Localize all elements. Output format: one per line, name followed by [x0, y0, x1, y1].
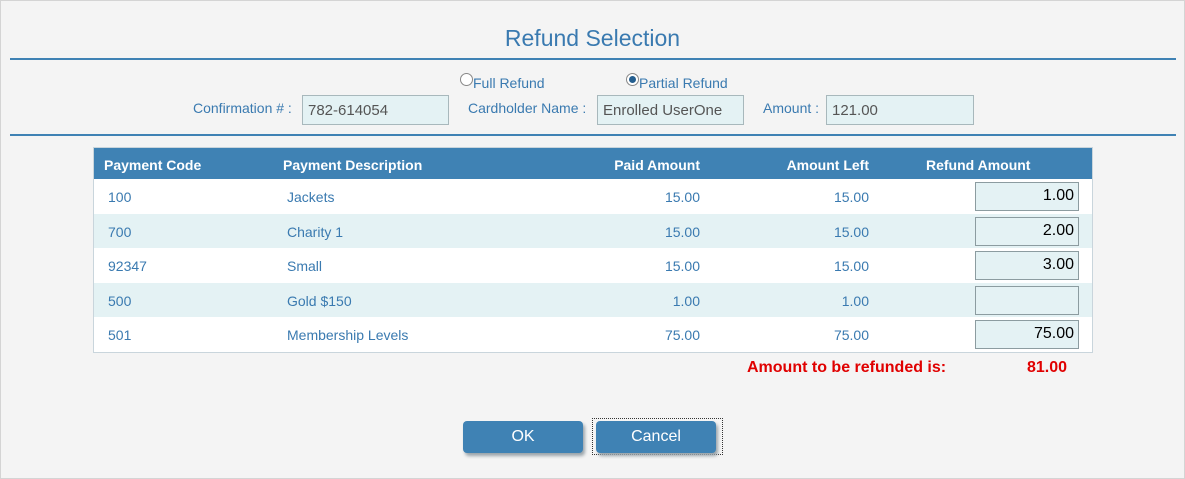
refund-amount-input[interactable]	[975, 286, 1079, 315]
refund-amount-input[interactable]: 3.00	[975, 251, 1079, 280]
row-payment-code: 92347	[108, 258, 147, 274]
dialog-title: Refund Selection	[504, 25, 681, 51]
amount-label: Amount :	[763, 100, 820, 116]
row-amount-left: 15.00	[833, 189, 869, 205]
refund-amount-input[interactable]: 2.00	[975, 217, 1079, 246]
table-row: 700 Charity 1 15.00 15.00 2.00	[94, 214, 1092, 248]
partial-refund-radio-icon[interactable]	[626, 73, 639, 86]
row-paid-amount: 75.00	[664, 327, 700, 343]
ok-button[interactable]: OK	[463, 421, 583, 453]
cardholder-field[interactable]: Enrolled UserOne	[597, 95, 744, 125]
payments-table: Payment Code Payment Description Paid Am…	[93, 147, 1093, 353]
cardholder-label: Cardholder Name :	[468, 100, 587, 116]
row-paid-amount: 15.00	[664, 224, 700, 240]
table-row: 501 Membership Levels 75.00 75.00 75.00	[94, 317, 1092, 351]
header-refund-amount: Refund Amount	[926, 157, 1031, 173]
table-row: 92347 Small 15.00 15.00 3.00	[94, 248, 1092, 282]
row-payment-code: 501	[108, 327, 132, 343]
table-row: 500 Gold $150 1.00 1.00	[94, 283, 1092, 317]
row-amount-left: 15.00	[833, 258, 869, 274]
row-payment-code: 700	[108, 224, 132, 240]
row-amount-left: 15.00	[833, 224, 869, 240]
row-amount-left: 75.00	[833, 327, 869, 343]
refund-amount-input[interactable]: 75.00	[975, 320, 1079, 349]
cancel-button[interactable]: Cancel	[596, 421, 716, 453]
refund-total-label: Amount to be refunded is:	[747, 359, 947, 376]
header-amount-left: Amount Left	[786, 157, 869, 173]
header-paid-amount: Paid Amount	[614, 157, 700, 173]
refund-total-value: 81.00	[1027, 359, 1068, 376]
row-payment-description: Jackets	[287, 189, 335, 205]
partial-refund-radio[interactable]: Partial Refund	[626, 72, 728, 91]
row-amount-left: 1.00	[841, 293, 869, 309]
row-paid-amount: 15.00	[664, 189, 700, 205]
full-refund-label: Full Refund	[473, 75, 545, 91]
amount-field[interactable]: 121.00	[826, 95, 974, 125]
row-payment-description: Small	[287, 258, 323, 274]
table-row: 100 Jackets 15.00 15.00 1.00	[94, 179, 1092, 213]
row-payment-description: Membership Levels	[287, 327, 409, 343]
confirmation-label: Confirmation # :	[193, 100, 292, 116]
row-payment-description: Charity 1	[287, 224, 344, 240]
header-payment-code: Payment Code	[104, 157, 202, 173]
row-payment-description: Gold $150	[287, 293, 352, 309]
partial-refund-label: Partial Refund	[639, 75, 728, 91]
row-payment-code: 500	[108, 293, 132, 309]
table-header: Payment Code Payment Description Paid Am…	[94, 148, 1092, 179]
row-paid-amount: 1.00	[672, 293, 700, 309]
row-paid-amount: 15.00	[664, 258, 700, 274]
refund-amount-input[interactable]: 1.00	[975, 182, 1079, 211]
title-divider	[10, 58, 1176, 60]
header-divider	[10, 134, 1176, 136]
header-payment-description: Payment Description	[283, 157, 423, 173]
confirmation-field[interactable]: 782-614054	[302, 95, 449, 125]
full-refund-radio-icon[interactable]	[460, 73, 473, 86]
full-refund-radio[interactable]: Full Refund	[460, 72, 545, 91]
row-payment-code: 100	[108, 189, 132, 205]
